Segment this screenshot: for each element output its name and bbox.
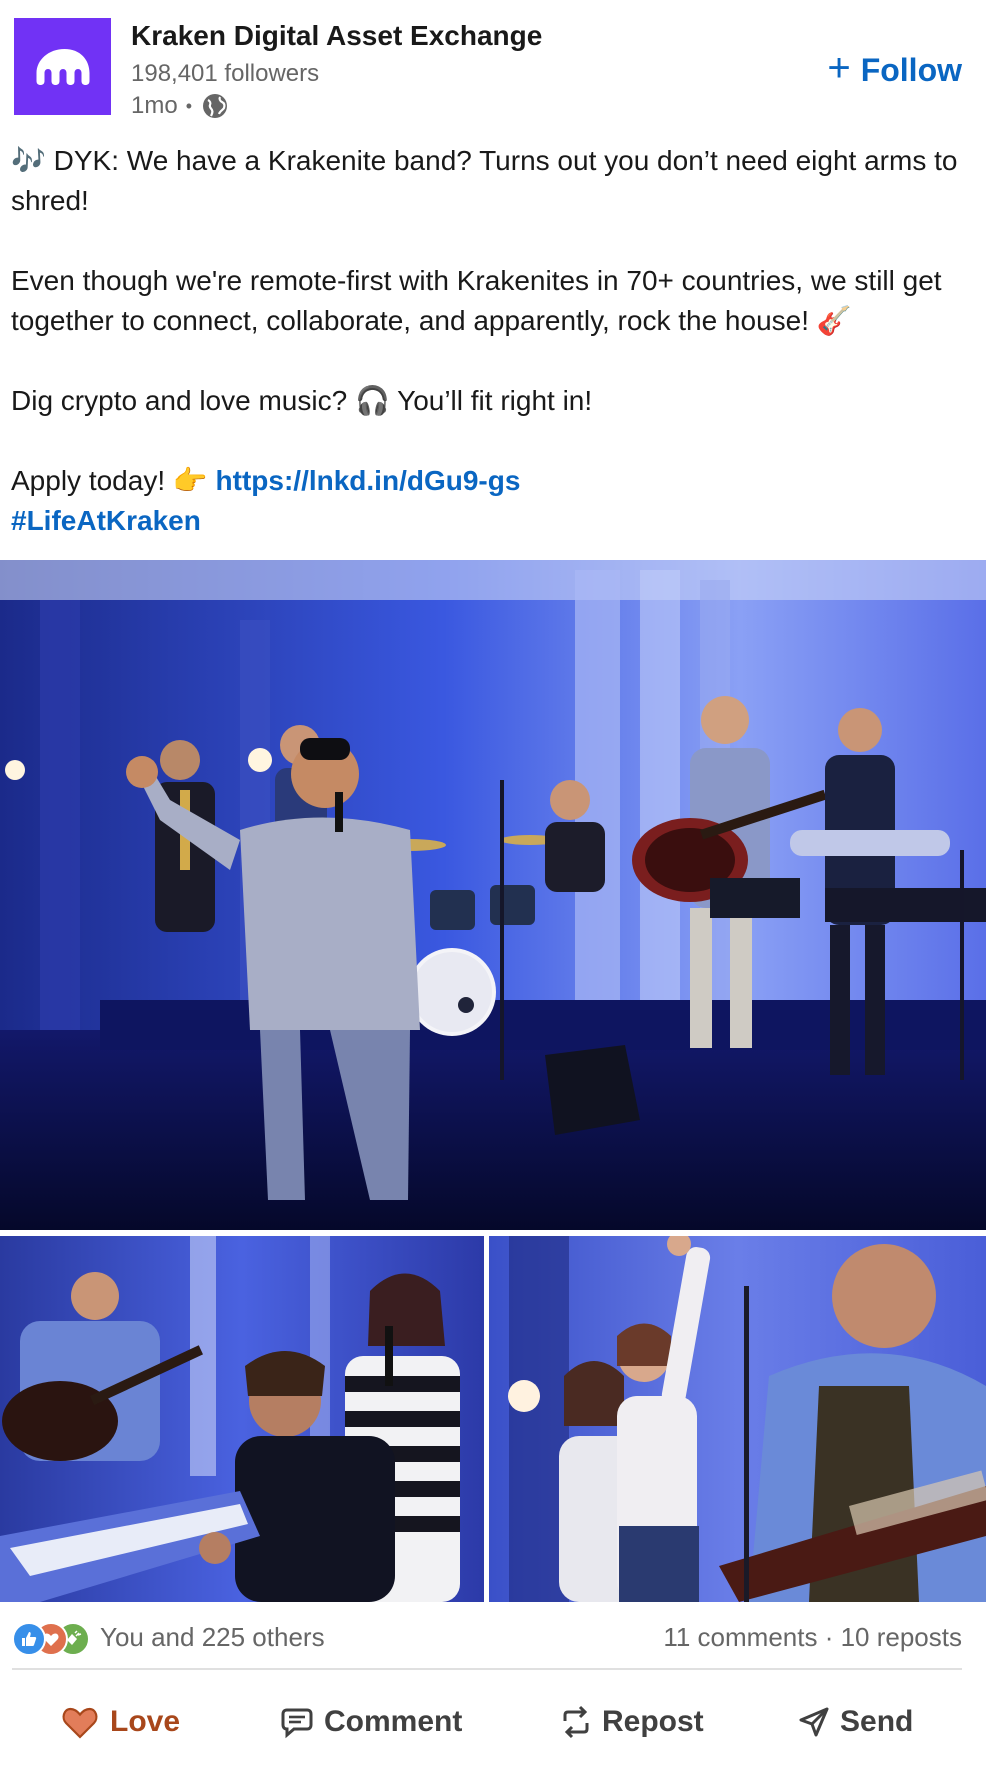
heart-icon — [62, 1707, 98, 1739]
pointing-hand-emoji: 👉 — [172, 465, 208, 496]
love-label: Love — [110, 1705, 181, 1738]
post-text-3-end: You’ll fit right in! — [389, 385, 593, 416]
repost-label: Repost — [602, 1705, 704, 1738]
repost-button[interactable]: Repost — [560, 1698, 704, 1746]
like-icon — [12, 1622, 46, 1656]
company-logo[interactable] — [14, 18, 111, 115]
plus-icon: + — [827, 46, 851, 90]
post-header: Kraken Digital Asset Exchange 198,401 fo… — [0, 0, 986, 140]
post-body: 🎶 DYK: We have a Krakenite band? Turns o… — [11, 141, 971, 541]
cheering-singers-photo — [489, 1236, 986, 1602]
send-icon — [799, 1707, 829, 1737]
guitar-emoji: 🎸 — [816, 305, 852, 336]
post-paragraph-3: Dig crypto and love music? 🎧 You’ll fit … — [11, 381, 971, 421]
apply-link[interactable]: https://lnkd.in/dGu9-gs — [216, 465, 521, 496]
send-label: Send — [840, 1705, 914, 1738]
love-button[interactable]: Love — [60, 1698, 180, 1746]
post-text-2: Even though we're remote-first with Krak… — [11, 265, 942, 336]
company-name[interactable]: Kraken Digital Asset Exchange — [131, 20, 542, 52]
post-text-4: Apply today! — [11, 465, 173, 496]
post-image-main[interactable] — [0, 560, 986, 1230]
comment-button[interactable]: Comment — [280, 1698, 462, 1746]
follow-button[interactable]: + Follow — [827, 48, 962, 92]
globe-icon — [200, 91, 230, 121]
post-text-1: DYK: We have a Krakenite band? Turns out… — [11, 145, 958, 216]
headphones-emoji: 🎧 — [354, 385, 390, 416]
post-paragraph-2: Even though we're remote-first with Krak… — [11, 261, 971, 341]
comment-label: Comment — [324, 1705, 463, 1738]
post-image-left[interactable] — [0, 1236, 484, 1602]
hashtag-link[interactable]: #LifeAtKraken — [11, 505, 201, 536]
post-text-3: Dig crypto and love music? — [11, 385, 355, 416]
keyboard-singer-photo — [0, 1236, 484, 1602]
social-counts: You and 225 others 11 comments · 10 repo… — [0, 1602, 986, 1668]
post-paragraph-1: 🎶 DYK: We have a Krakenite band? Turns o… — [11, 141, 971, 221]
post-paragraph-4: Apply today! 👉 https://lnkd.in/dGu9-gs #L… — [11, 461, 971, 541]
follow-label: Follow — [860, 51, 962, 88]
post-meta: 1mo • — [131, 91, 230, 121]
send-button[interactable]: Send — [798, 1698, 913, 1746]
reaction-icons[interactable] — [12, 1622, 90, 1656]
action-bar: Love Comment Repost Send — [0, 1670, 986, 1774]
reactions-count[interactable]: You and 225 others — [100, 1622, 325, 1653]
band-stage-photo — [0, 560, 986, 1230]
comment-icon — [281, 1708, 313, 1739]
meta-separator: • — [185, 95, 192, 116]
music-notes-emoji: 🎶 — [11, 145, 46, 176]
post-image-right[interactable] — [489, 1236, 986, 1602]
kraken-logo-icon — [36, 48, 89, 85]
comments-reposts-count[interactable]: 11 comments · 10 reposts — [663, 1622, 962, 1653]
feed-post: Kraken Digital Asset Exchange 198,401 fo… — [0, 0, 986, 1774]
follower-count: 198,401 followers — [131, 60, 320, 87]
repost-icon — [563, 1705, 589, 1739]
post-time: 1mo — [131, 92, 178, 119]
